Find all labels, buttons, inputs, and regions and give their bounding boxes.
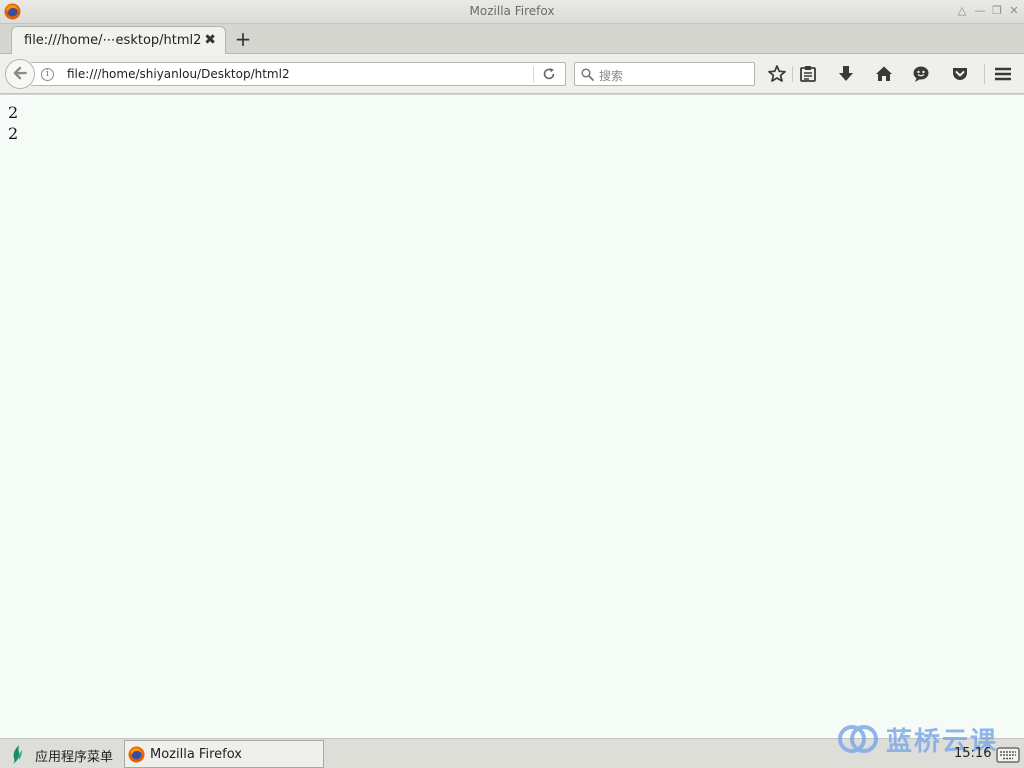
url-input[interactable]: file:///home/shiyanlou/Desktop/html2 xyxy=(67,67,290,81)
navigation-toolbar: i file:///home/shiyanlou/Desktop/html2 搜… xyxy=(0,54,1024,94)
taskbar-item-firefox[interactable]: Mozilla Firefox xyxy=(124,740,324,768)
window-title: Mozilla Firefox xyxy=(469,4,555,18)
chat-icon[interactable] xyxy=(911,64,931,84)
url-bar[interactable]: i file:///home/shiyanlou/Desktop/html2 xyxy=(31,62,566,86)
reload-icon[interactable] xyxy=(542,67,556,81)
window-maximize-button[interactable]: ❐ xyxy=(990,4,1004,18)
reading-list-icon[interactable] xyxy=(798,64,818,84)
application-menu-button[interactable]: 应用程序菜单 xyxy=(35,746,113,765)
search-icon xyxy=(581,68,594,81)
back-arrow-icon xyxy=(13,66,27,80)
window-shade-button[interactable]: △ xyxy=(955,4,969,18)
window-titlebar[interactable]: Mozilla Firefox △ — ❐ ✕ xyxy=(0,0,1024,24)
window-close-button[interactable]: ✕ xyxy=(1007,4,1021,18)
keyboard-icon[interactable] xyxy=(996,745,1020,763)
content-line: 2 xyxy=(8,124,19,143)
search-input[interactable]: 搜索 xyxy=(599,67,623,84)
search-bar[interactable]: 搜索 xyxy=(574,62,755,86)
hamburger-menu-icon[interactable] xyxy=(993,64,1013,84)
new-tab-button[interactable]: + xyxy=(232,28,254,50)
tab-strip: file:///home/⋯esktop/html2 ✖ + xyxy=(0,24,1024,55)
watermark-logo-icon xyxy=(838,725,878,753)
taskbar-item-label: Mozilla Firefox xyxy=(150,747,242,762)
url-divider xyxy=(533,66,534,83)
site-info-icon[interactable]: i xyxy=(41,68,54,81)
tab-close-icon[interactable]: ✖ xyxy=(204,32,216,48)
page-content: 2 2 xyxy=(0,95,1024,738)
content-line: 2 xyxy=(8,103,19,122)
toolbar-divider xyxy=(984,64,985,84)
clock: 15:16 xyxy=(954,746,992,761)
firefox-logo-icon xyxy=(128,746,145,763)
home-icon[interactable] xyxy=(874,64,894,84)
window-minimize-button[interactable]: — xyxy=(973,4,987,18)
download-icon[interactable] xyxy=(836,64,856,84)
pocket-icon[interactable] xyxy=(950,64,970,84)
application-menu-icon[interactable] xyxy=(10,744,24,764)
tab-label: file:///home/⋯esktop/html2 xyxy=(24,33,202,48)
taskbar: 应用程序菜单 Mozilla Firefox 蓝桥云课 15:16 xyxy=(0,725,1024,768)
back-button[interactable] xyxy=(5,59,35,89)
tab-html2[interactable]: file:///home/⋯esktop/html2 ✖ xyxy=(11,26,226,55)
toolbar-divider xyxy=(792,66,793,82)
bookmark-star-icon[interactable] xyxy=(767,64,787,84)
